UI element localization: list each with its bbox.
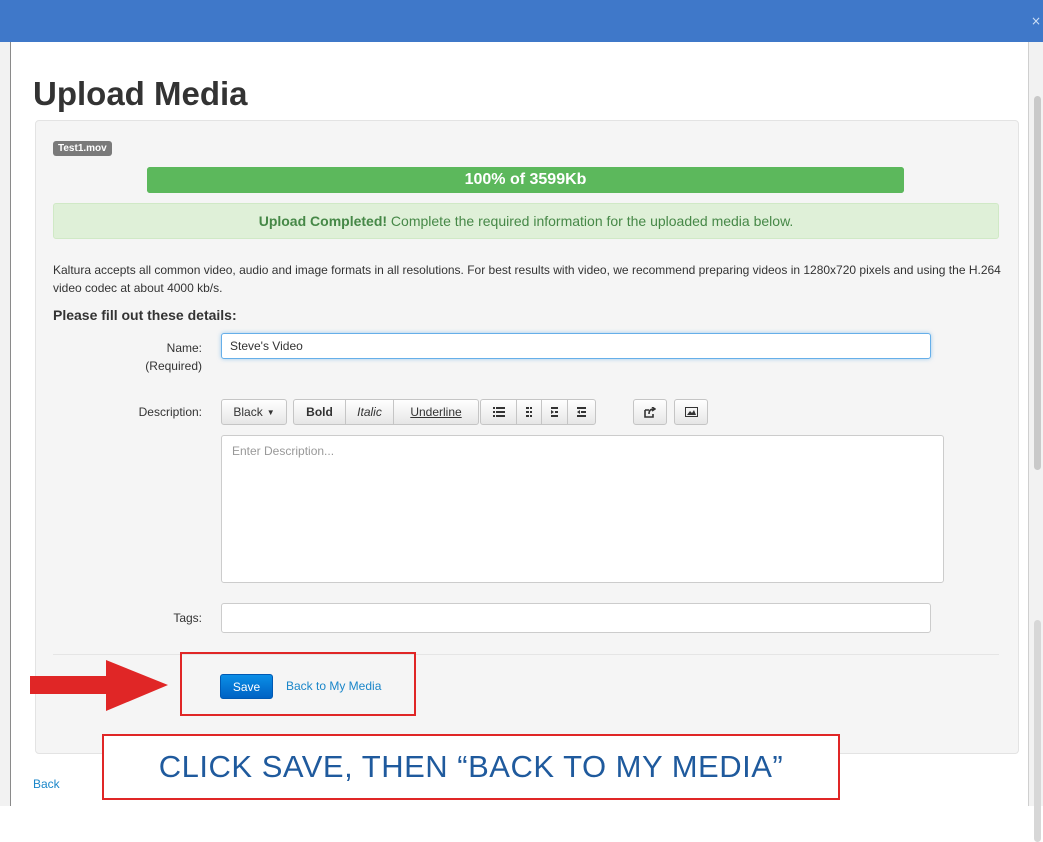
alert-strong-text: Upload Completed! [258, 213, 388, 229]
indent-button[interactable] [567, 399, 596, 425]
upload-progress-bar: 100% of 3599Kb [147, 167, 904, 193]
caret-down-icon: ▼ [266, 407, 275, 417]
link-group [633, 399, 667, 425]
color-dropdown-label: Black [233, 405, 263, 419]
page-title: Upload Media [33, 75, 248, 112]
ordered-list-button[interactable] [516, 399, 542, 425]
color-dropdown[interactable]: Black ▼ [221, 399, 287, 425]
alert-message: Complete the required information for th… [387, 213, 794, 229]
tags-input[interactable] [221, 603, 931, 633]
name-input[interactable] [221, 333, 931, 359]
format-info-text: Kaltura accepts all common video, audio … [53, 263, 1001, 295]
bold-button[interactable]: Bold [293, 399, 346, 425]
link-button[interactable] [633, 399, 667, 425]
indent-icon [577, 407, 586, 417]
tags-label: Tags: [173, 611, 202, 625]
color-group: Black ▼ [221, 399, 287, 425]
details-heading: Please fill out these details: [53, 307, 237, 323]
image-icon [684, 407, 698, 417]
name-label: Name: [166, 341, 202, 355]
underline-button[interactable]: Underline [393, 399, 479, 425]
annotation-arrow-icon [30, 660, 168, 711]
vertical-scrollbar[interactable] [1028, 42, 1043, 842]
close-icon[interactable]: × [1031, 14, 1041, 28]
description-label: Description: [138, 405, 202, 419]
required-label: (Required) [145, 359, 202, 373]
ordered-list-icon [526, 407, 532, 417]
progress-text: 100% of 3599Kb [464, 171, 587, 188]
back-link[interactable]: Back [33, 777, 60, 791]
unordered-list-icon [492, 407, 505, 417]
annotation-highlight-box [180, 652, 416, 716]
upload-complete-alert: Upload Completed! Complete the required … [53, 203, 999, 239]
description-textarea[interactable]: Enter Description... [221, 435, 944, 583]
link-icon [644, 406, 656, 418]
list-group [480, 399, 596, 425]
scrollbar-thumb[interactable] [1034, 96, 1041, 470]
left-window-edge [0, 42, 11, 806]
outdent-button[interactable] [541, 399, 568, 425]
file-name-badge: Test1.mov [53, 141, 112, 156]
annotation-instruction: CLICK SAVE, THEN “BACK TO MY MEDIA” [102, 734, 840, 800]
unordered-list-button[interactable] [480, 399, 517, 425]
scrollbar-track-lower[interactable] [1034, 620, 1041, 842]
outdent-icon [551, 407, 558, 417]
window-titlebar: × [0, 0, 1043, 42]
italic-button[interactable]: Italic [345, 399, 394, 425]
insert-image-button[interactable] [674, 399, 708, 425]
image-group [674, 399, 708, 425]
text-style-group: Bold Italic Underline [293, 399, 479, 425]
